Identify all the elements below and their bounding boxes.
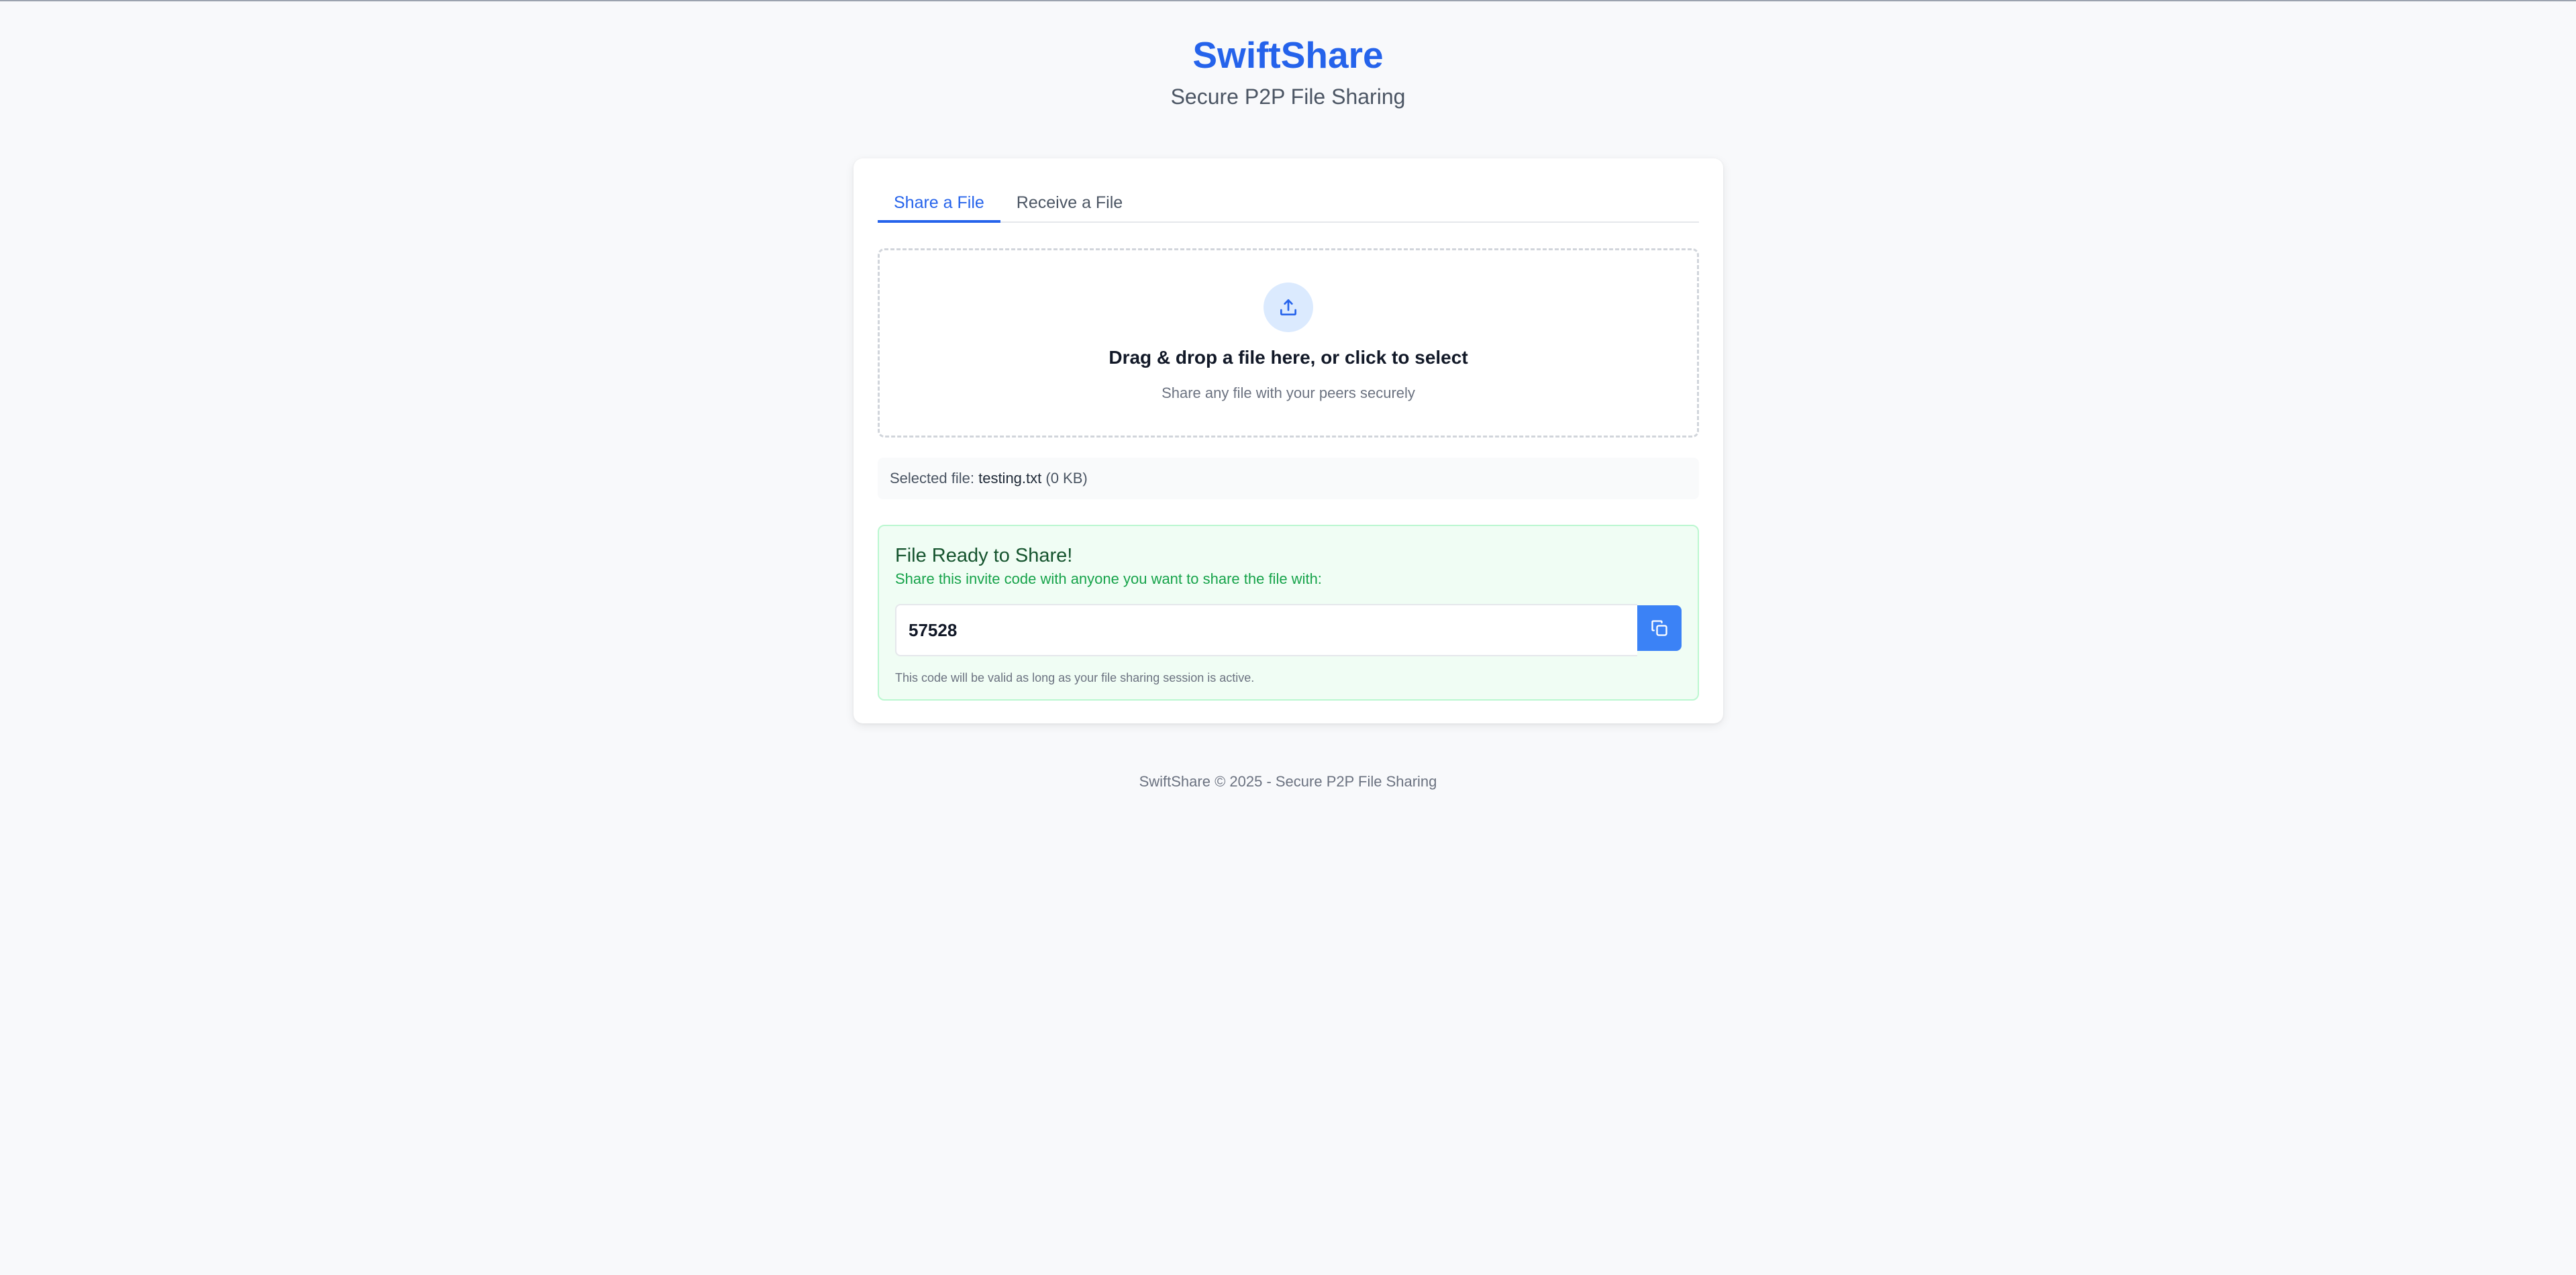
selected-file-prefix: Selected file: <box>890 470 974 487</box>
tab-share-file[interactable]: Share a File <box>878 184 1000 223</box>
app-title: SwiftShare <box>1192 34 1384 76</box>
selected-file-name: testing.txt <box>978 470 1042 487</box>
tab-receive-file[interactable]: Receive a File <box>1000 184 1139 221</box>
app-header: SwiftShare Secure P2P File Sharing <box>0 1 2576 110</box>
dropzone-title: Drag & drop a file here, or click to sel… <box>1109 347 1468 368</box>
invite-code-field[interactable] <box>895 604 1637 656</box>
copy-code-button[interactable] <box>1637 605 1682 651</box>
upload-icon <box>1280 299 1296 315</box>
tab-bar: Share a File Receive a File <box>878 184 1699 223</box>
invite-code-note: This code will be valid as long as your … <box>895 671 1255 684</box>
dropzone-subtitle: Share any file with your peers securely <box>1162 385 1415 401</box>
file-dropzone[interactable]: Drag & drop a file here, or click to sel… <box>878 248 1699 438</box>
selected-file-size: (0 KB) <box>1045 470 1088 487</box>
main-card: Share a File Receive a File Drag & drop … <box>854 158 1723 723</box>
page-footer: SwiftShare © 2025 - Secure P2P File Shar… <box>1139 773 1437 790</box>
share-ready-title: File Ready to Share! <box>895 545 1073 566</box>
invite-code-row <box>895 604 1682 656</box>
copy-icon <box>1651 620 1667 636</box>
selected-file-info: Selected file: testing.txt (0 KB) <box>878 458 1699 499</box>
app-subtitle: Secure P2P File Sharing <box>1170 85 1406 109</box>
share-ready-panel: File Ready to Share! Share this invite c… <box>878 525 1699 701</box>
share-ready-subtitle: Share this invite code with anyone you w… <box>895 570 1322 587</box>
upload-icon-circle <box>1264 283 1313 332</box>
